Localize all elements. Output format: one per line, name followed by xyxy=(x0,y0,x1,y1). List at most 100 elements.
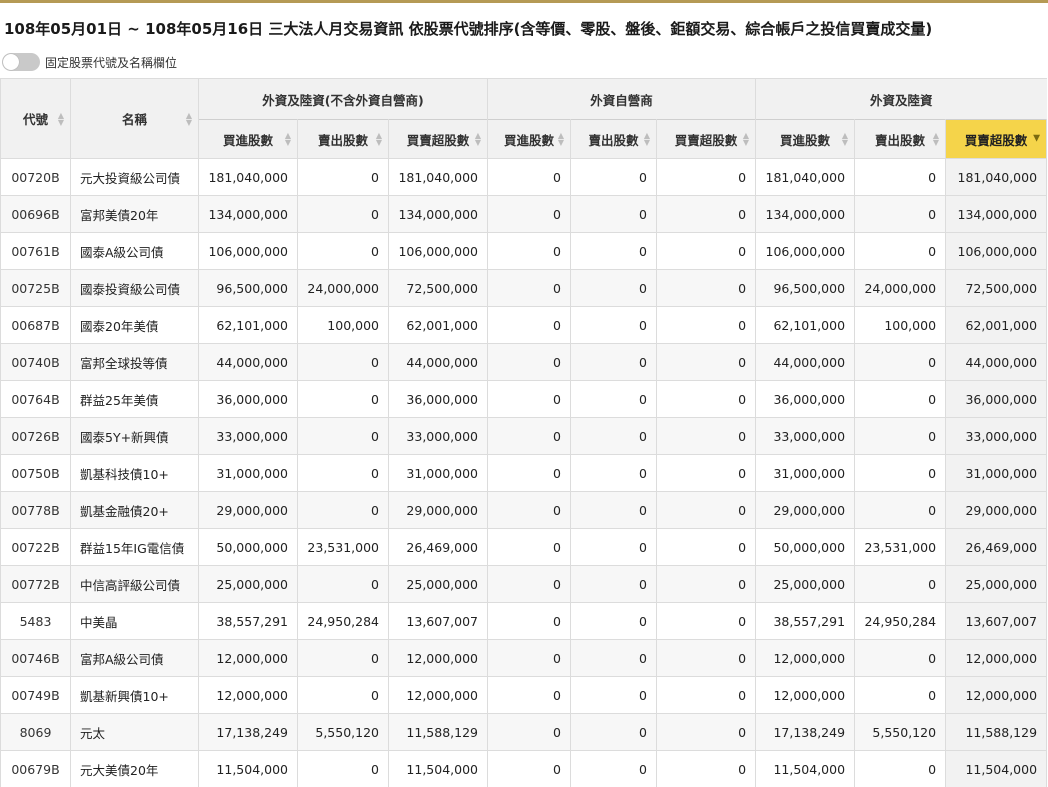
header-foreign-dealers-sell[interactable]: 賣出股數 ▲ ▼ xyxy=(570,119,657,159)
cell-foreign-dealers-buy: 0 xyxy=(487,343,571,381)
cell-foreign-total-buy: 11,504,000 xyxy=(755,750,856,787)
cell-foreign-dealers-buy: 0 xyxy=(487,454,571,492)
cell-name: 群益25年美債 xyxy=(70,380,199,418)
cell-foreign-excl-dealers-sell: 0 xyxy=(297,491,389,529)
header-foreign-excl-dealers-sell[interactable]: 賣出股數 ▲ ▼ xyxy=(297,119,389,159)
cell-name: 凱基新興債10+ xyxy=(70,676,199,714)
cell-foreign-excl-dealers-net: 33,000,000 xyxy=(388,417,488,455)
cell-foreign-total-buy: 106,000,000 xyxy=(755,232,856,270)
cell-foreign-dealers-net: 0 xyxy=(655,269,757,307)
cell-name: 凱基科技債10+ xyxy=(70,454,199,492)
cell-foreign-total-net: 44,000,000 xyxy=(945,343,1048,381)
table-row: 00722B 群益15年IG電信債 50,000,000 23,531,000 26,4… xyxy=(0,528,1048,566)
cell-foreign-dealers-buy: 0 xyxy=(487,232,571,270)
cell-foreign-dealers-buy: 0 xyxy=(487,417,571,455)
table-row: 00746B 富邦A級公司債 12,000,000 0 12,000,000 0 0 0 12,… xyxy=(0,639,1048,677)
cell-foreign-total-buy: 33,000,000 xyxy=(755,417,856,455)
cell-foreign-total-buy: 44,000,000 xyxy=(755,343,856,381)
cell-foreign-dealers-net: 0 xyxy=(655,454,757,492)
cell-foreign-excl-dealers-net: 31,000,000 xyxy=(388,454,488,492)
cell-foreign-excl-dealers-buy: 31,000,000 xyxy=(198,454,298,492)
cell-foreign-excl-dealers-buy: 12,000,000 xyxy=(198,639,298,677)
cell-foreign-dealers-net: 0 xyxy=(655,528,757,566)
fix-columns-toggle-label: 固定股票代號及名稱欄位 xyxy=(45,55,178,70)
cell-foreign-total-sell: 0 xyxy=(854,565,947,603)
cell-name: 富邦全球投等債 xyxy=(70,343,199,381)
cell-foreign-excl-dealers-buy: 25,000,000 xyxy=(198,565,298,603)
header-foreign-dealers-buy[interactable]: 買進股數 ▲ ▼ xyxy=(487,119,571,159)
cell-foreign-total-sell: 24,000,000 xyxy=(854,269,947,307)
cell-foreign-excl-dealers-sell: 0 xyxy=(297,195,389,233)
cell-foreign-excl-dealers-net: 181,040,000 xyxy=(388,158,488,196)
cell-name: 國泰A級公司債 xyxy=(70,232,199,270)
cell-foreign-excl-dealers-sell: 23,531,000 xyxy=(297,528,389,566)
cell-foreign-total-net: 25,000,000 xyxy=(945,565,1048,603)
trading-table: 代號 ▲ ▼ 名稱 ▲ ▼ 外資及陸資(不含外資自營商) 外資自營商 外資及陸資 買… xyxy=(0,78,1048,787)
header-foreign-total-sell[interactable]: 賣出股數 ▲ ▼ xyxy=(854,119,947,159)
cell-code: 00687B xyxy=(0,306,71,344)
cell-foreign-total-sell: 0 xyxy=(854,158,947,196)
cell-foreign-dealers-sell: 0 xyxy=(570,491,657,529)
sort-descending-icon: ▼ xyxy=(1033,133,1041,144)
cell-foreign-total-buy: 12,000,000 xyxy=(755,639,856,677)
cell-foreign-dealers-sell: 0 xyxy=(570,158,657,196)
header-code[interactable]: 代號 ▲ ▼ xyxy=(0,78,71,159)
sort-arrows-icon: ▲ ▼ xyxy=(284,131,291,147)
cell-code: 00749B xyxy=(0,676,71,714)
cell-foreign-excl-dealers-buy: 181,040,000 xyxy=(198,158,298,196)
cell-foreign-excl-dealers-sell: 5,550,120 xyxy=(297,713,389,751)
cell-foreign-excl-dealers-buy: 106,000,000 xyxy=(198,232,298,270)
cell-foreign-excl-dealers-buy: 12,000,000 xyxy=(198,676,298,714)
cell-code: 00725B xyxy=(0,269,71,307)
header-label: 買賣超股數 xyxy=(406,132,470,148)
cell-foreign-total-buy: 25,000,000 xyxy=(755,565,856,603)
cell-foreign-excl-dealers-sell: 0 xyxy=(297,750,389,787)
cell-code: 00778B xyxy=(0,491,71,529)
cell-foreign-total-buy: 181,040,000 xyxy=(755,158,856,196)
cell-foreign-excl-dealers-net: 25,000,000 xyxy=(388,565,488,603)
header-foreign-excl-dealers-net[interactable]: 買賣超股數 ▲ ▼ xyxy=(388,119,488,159)
table-row: 00740B 富邦全球投等債 44,000,000 0 44,000,000 0 0 0 44,… xyxy=(0,343,1048,381)
cell-code: 00746B xyxy=(0,639,71,677)
header-foreign-excl-dealers-buy[interactable]: 買進股數 ▲ ▼ xyxy=(198,119,298,159)
header-foreign-total-buy[interactable]: 買進股數 ▲ ▼ xyxy=(755,119,856,159)
cell-foreign-dealers-sell: 0 xyxy=(570,343,657,381)
cell-foreign-total-net: 11,504,000 xyxy=(945,750,1048,787)
cell-foreign-total-net: 13,607,007 xyxy=(945,602,1048,640)
table-row: 5483 中美晶 38,557,291 24,950,284 13,607,007 0 0 0… xyxy=(0,602,1048,640)
cell-foreign-excl-dealers-buy: 134,000,000 xyxy=(198,195,298,233)
cell-foreign-dealers-net: 0 xyxy=(655,343,757,381)
cell-code: 00720B xyxy=(0,158,71,196)
cell-foreign-dealers-net: 0 xyxy=(655,750,757,787)
cell-name: 元大投資級公司債 xyxy=(70,158,199,196)
cell-name: 中美晶 xyxy=(70,602,199,640)
cell-foreign-total-net: 62,001,000 xyxy=(945,306,1048,344)
table-row: 00761B 國泰A級公司債 106,000,000 0 106,000,000 0 0 0 1… xyxy=(0,232,1048,270)
trading-table-container[interactable]: 代號 ▲ ▼ 名稱 ▲ ▼ 外資及陸資(不含外資自營商) 外資自營商 外資及陸資 買… xyxy=(0,78,1048,787)
cell-foreign-dealers-buy: 0 xyxy=(487,491,571,529)
header-name-label: 名稱 xyxy=(121,112,147,127)
cell-foreign-excl-dealers-buy: 96,500,000 xyxy=(198,269,298,307)
cell-foreign-dealers-sell: 0 xyxy=(570,306,657,344)
fix-columns-toggle[interactable] xyxy=(2,53,40,71)
cell-foreign-dealers-buy: 0 xyxy=(487,528,571,566)
cell-foreign-total-net: 29,000,000 xyxy=(945,491,1048,529)
cell-foreign-dealers-buy: 0 xyxy=(487,380,571,418)
group-header-foreign-excl-dealers: 外資及陸資(不含外資自營商) xyxy=(198,78,488,120)
header-foreign-total-net[interactable]: 買賣超股數 ▼ xyxy=(945,119,1048,159)
header-foreign-dealers-net[interactable]: 買賣超股數 ▲ ▼ xyxy=(655,119,757,159)
cell-foreign-total-buy: 17,138,249 xyxy=(755,713,856,751)
cell-foreign-dealers-net: 0 xyxy=(655,158,757,196)
cell-foreign-total-sell: 0 xyxy=(854,232,947,270)
cell-foreign-total-sell: 0 xyxy=(854,491,947,529)
header-name[interactable]: 名稱 ▲ ▼ xyxy=(70,78,199,159)
cell-foreign-total-buy: 29,000,000 xyxy=(755,491,856,529)
cell-foreign-dealers-net: 0 xyxy=(655,417,757,455)
cell-foreign-total-buy: 31,000,000 xyxy=(755,454,856,492)
cell-name: 元太 xyxy=(70,713,199,751)
cell-foreign-dealers-net: 0 xyxy=(655,195,757,233)
cell-foreign-excl-dealers-buy: 29,000,000 xyxy=(198,491,298,529)
cell-foreign-total-sell: 0 xyxy=(854,750,947,787)
table-row: 00764B 群益25年美債 36,000,000 0 36,000,000 0 0 0 36,… xyxy=(0,380,1048,418)
cell-foreign-excl-dealers-buy: 50,000,000 xyxy=(198,528,298,566)
